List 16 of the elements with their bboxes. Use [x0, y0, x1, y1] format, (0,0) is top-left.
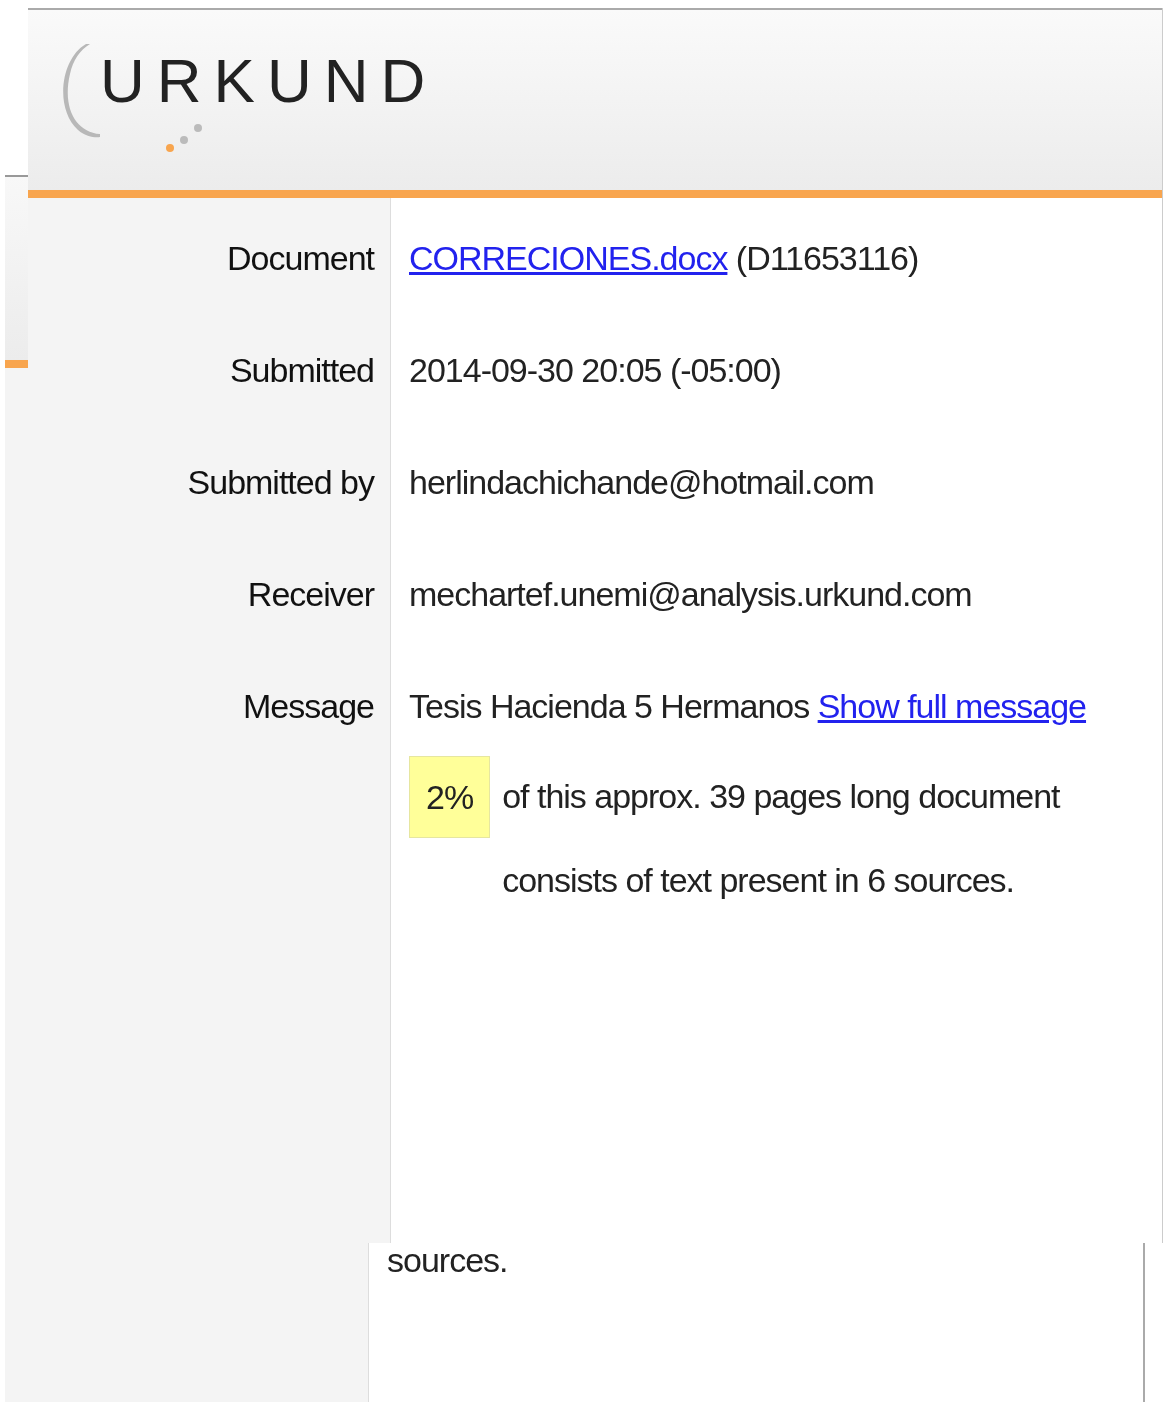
- field-label: Submitted by: [187, 462, 374, 503]
- field-value: mechartef.unemi@analysis.urkund.com: [409, 575, 972, 613]
- field-value: 2014-09-30 20:05 (-05:00): [409, 351, 781, 389]
- link[interactable]: CORRECIONES.docx: [409, 232, 728, 284]
- field-label: Receiver: [247, 574, 374, 615]
- field-label: Message: [243, 686, 374, 727]
- summary-text: of this approx. 39 pages long document consists of text present in 6 sources.: [502, 776, 1062, 901]
- field-label: Document: [227, 238, 374, 279]
- percentage-badge: 2%: [409, 756, 491, 838]
- field-label: Submitted: [229, 350, 374, 391]
- field-value: herlindachichande@hotmail.com: [409, 463, 874, 501]
- field-value: Tesis Hacienda 5 Hermanos: [409, 687, 810, 725]
- link[interactable]: Show full message: [817, 664, 1087, 748]
- field-value: (D11653116): [735, 239, 919, 277]
- logo-text: URKUND: [100, 50, 438, 112]
- summary-text: sources.: [387, 1241, 508, 1279]
